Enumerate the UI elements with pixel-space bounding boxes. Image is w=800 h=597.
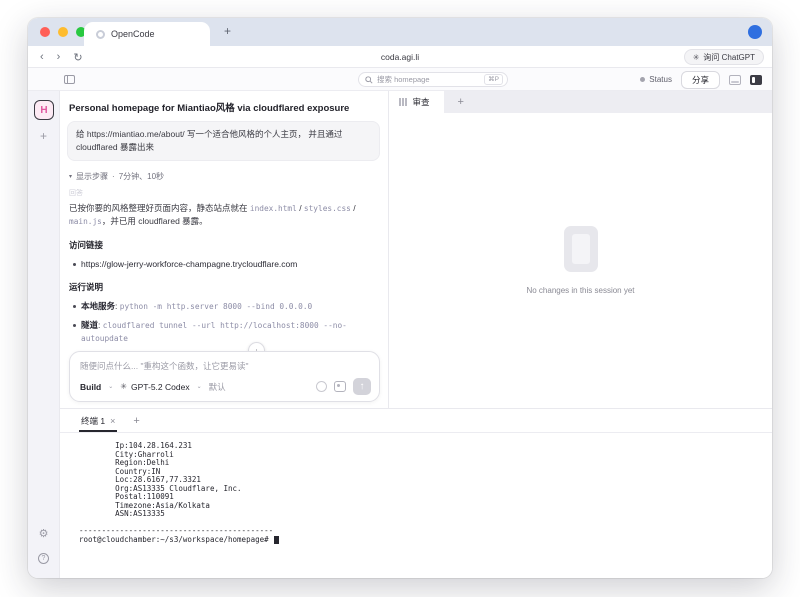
app-body: H + ⚙ ? Personal homepage for Miantiao风格… — [28, 91, 772, 578]
terminal-line: City:Gharroli — [79, 451, 772, 460]
tab-favicon-icon — [96, 30, 105, 39]
add-review-tab-button[interactable]: + — [444, 91, 478, 113]
browser-tab-opencode[interactable]: OpenCode — [84, 22, 210, 46]
browser-tab-strip: OpenCode + — [28, 18, 772, 46]
terminal-tab-bar: 终端 1 × + — [60, 409, 772, 433]
steps-separator: · — [112, 172, 115, 181]
workspace-avatar[interactable]: H — [34, 100, 54, 120]
terminal-prompt: root@cloudchamber:~/s3/workspace/homepag… — [79, 536, 772, 545]
app-header: 搜索 homepage ⌘P Status 分享 — [28, 68, 772, 91]
traffic-lights — [40, 27, 86, 37]
run-heading: 运行说明 — [67, 281, 380, 293]
steps-duration: 7分钟、10秒 — [119, 171, 164, 182]
browser-toolbar: ‹ › ↻ coda.agi.li ✳ 询问 ChatGPT — [28, 46, 772, 68]
browser-profile-avatar[interactable] — [748, 25, 762, 39]
search-placeholder: 搜索 homepage — [377, 74, 480, 85]
show-steps-label: 显示步骤 — [76, 171, 108, 182]
chatgpt-icon: ✳ — [693, 53, 700, 62]
review-panel: 审查 + No changes in this session yet — [389, 91, 772, 408]
ask-chatgpt-label: 询问 ChatGPT — [703, 52, 755, 63]
empty-document-icon — [564, 226, 598, 272]
right-panel-toggle-icon[interactable] — [750, 75, 762, 85]
terminal-line: Ip:104.28.164.231 — [79, 442, 772, 451]
mode-dropdown[interactable]: Build — [80, 382, 101, 392]
chat-panel: Personal homepage for Miantiao风格 via clo… — [60, 91, 389, 408]
tunnel-link[interactable]: https://glow-jerry-workforce-champagne.t… — [81, 258, 297, 271]
assistant-summary: 已按你要的风格整理好页面内容，静态站点就在 index.html / style… — [67, 202, 380, 229]
links-heading: 访问链接 — [67, 239, 380, 251]
list-item: 隧道: cloudflared tunnel --url http://loca… — [69, 319, 380, 345]
inline-code: styles.css — [304, 204, 351, 213]
review-empty-state: No changes in this session yet — [389, 113, 772, 408]
tab-review[interactable]: 审查 — [389, 91, 444, 113]
settings-gear-icon[interactable]: ⚙ — [28, 527, 59, 540]
workspace-sidebar: H + ⚙ ? — [28, 91, 60, 578]
search-input[interactable]: 搜索 homepage ⌘P — [358, 72, 508, 87]
prompt-text: root@cloudchamber:~/s3/workspace/homepag… — [79, 536, 273, 545]
search-icon — [365, 76, 373, 84]
address-bar[interactable]: coda.agi.li — [28, 46, 772, 68]
bullet-icon — [73, 263, 76, 266]
list-item: https://glow-jerry-workforce-champagne.t… — [69, 258, 380, 271]
model-icon: ✳ — [120, 382, 127, 391]
review-tab-label: 审查 — [413, 96, 430, 108]
review-tab-bar: 审查 + — [389, 91, 772, 113]
terminal-line: Org:AS13335 Cloudflare, Inc. — [79, 485, 772, 494]
terminal-panel: 终端 1 × + Ip:104.28.164.231 City:Gharroli… — [60, 408, 772, 578]
list-item: 本地服务: python -m http.server 8000 --bind … — [69, 300, 380, 313]
sidebar-toggle-icon[interactable] — [64, 75, 75, 84]
empty-state-text: No changes in this session yet — [526, 286, 634, 295]
inline-code: python -m http.server 8000 --bind 0.0.0.… — [120, 302, 312, 311]
terminal-line: ASN:AS13335 — [79, 510, 772, 519]
bullet-icon — [73, 305, 76, 308]
tab-terminal-1[interactable]: 终端 1 × — [79, 409, 117, 432]
model-dropdown[interactable]: ✳ GPT-5.2 Codex — [120, 382, 189, 392]
answer-label: 回答 — [67, 188, 380, 198]
inline-code: cloudflared tunnel --url http://localhos… — [81, 321, 347, 343]
status-dot-icon — [640, 77, 645, 82]
main-column: Personal homepage for Miantiao风格 via clo… — [60, 91, 772, 578]
tab-title: OpenCode — [111, 29, 155, 39]
voice-ring-icon[interactable] — [316, 381, 327, 392]
share-button[interactable]: 分享 — [681, 71, 720, 89]
ask-chatgpt-button[interactable]: ✳ 询问 ChatGPT — [684, 49, 764, 65]
user-message: 给 https://miantiao.me/about/ 写一个适合他风格的个人… — [67, 121, 380, 161]
chevron-down-icon: ⌄ — [108, 383, 113, 390]
new-workspace-button[interactable]: + — [28, 129, 59, 143]
terminal-line: Timezone:Asia/Kolkata — [79, 502, 772, 511]
terminal-output[interactable]: Ip:104.28.164.231 City:Gharroli Region:D… — [60, 433, 772, 578]
session-title: Personal homepage for Miantiao风格 via clo… — [67, 100, 380, 114]
minimize-window-button[interactable] — [58, 27, 68, 37]
bottom-panel-toggle-icon[interactable] — [729, 75, 741, 85]
new-tab-button[interactable]: + — [224, 24, 231, 38]
browser-window: OpenCode + ‹ › ↻ coda.agi.li ✳ 询问 ChatGP… — [28, 18, 772, 578]
chevron-down-icon: ▾ — [69, 173, 72, 180]
close-window-button[interactable] — [40, 27, 50, 37]
status-indicator[interactable]: Status — [640, 75, 672, 84]
show-steps-toggle[interactable]: ▾ 显示步骤 · 7分钟、10秒 — [67, 171, 380, 182]
add-terminal-button[interactable]: + — [133, 415, 139, 427]
preset-label: 默认 — [209, 381, 226, 393]
inline-code: main.js — [69, 217, 102, 226]
status-label: Status — [649, 75, 672, 84]
search-shortcut-badge: ⌘P — [484, 74, 503, 85]
help-icon[interactable]: ? — [38, 553, 49, 564]
bullet-icon — [73, 324, 76, 327]
attach-image-icon[interactable] — [334, 381, 346, 392]
terminal-line: Region:Delhi — [79, 459, 772, 468]
composer-placeholder: 随便问点什么... "重构这个函数，让它更易读" — [70, 352, 379, 372]
terminal-cursor — [274, 536, 279, 544]
arrow-up-icon: ↑ — [360, 381, 365, 392]
chevron-down-icon: ⌄ — [197, 383, 202, 390]
terminal-tab-label: 终端 1 — [81, 415, 105, 427]
message-composer[interactable]: 随便问点什么... "重构这个函数，让它更易读" Build ⌄ ✳ GPT-5… — [69, 351, 380, 402]
diff-columns-icon — [399, 98, 407, 106]
send-button[interactable]: ↑ — [353, 378, 371, 395]
close-icon[interactable]: × — [110, 416, 115, 426]
inline-code: index.html — [250, 204, 297, 213]
